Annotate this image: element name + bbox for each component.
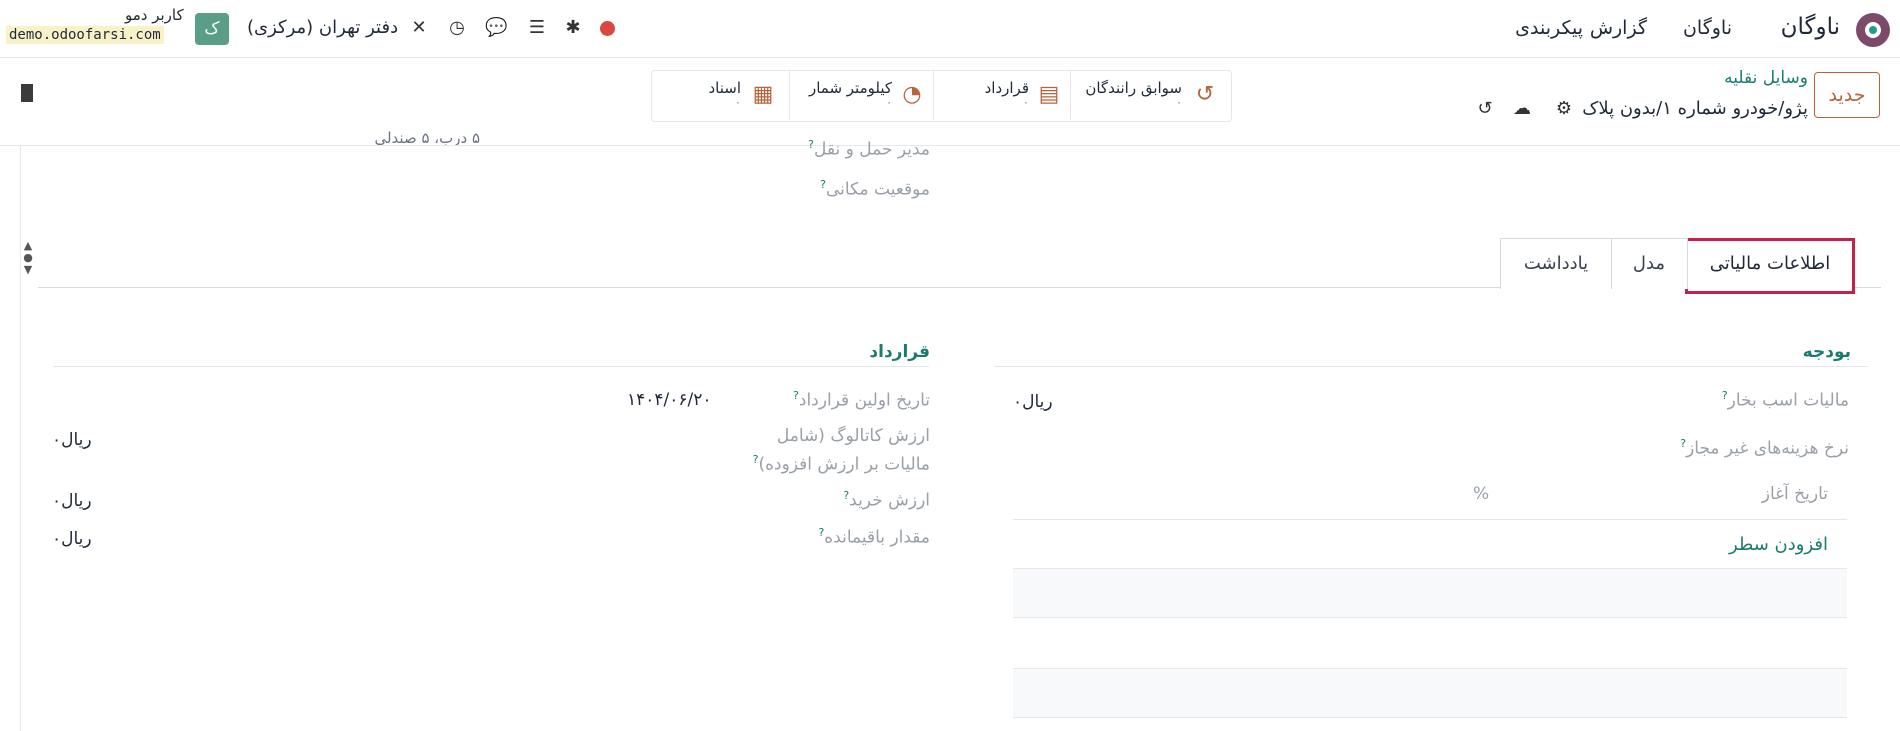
- menu-reporting[interactable]: گزارش: [1590, 17, 1647, 39]
- company-switcher[interactable]: دفتر تهران (مرکزی): [247, 17, 398, 38]
- catalog-value-label-line1: ارزش کاتالوگ (شامل: [776, 426, 930, 446]
- breadcrumb-vehicles[interactable]: وسایل نقلیه: [1724, 68, 1808, 88]
- horsepower-tax-label: مالیات اسب بخار?: [1721, 389, 1849, 411]
- tab-model[interactable]: مدل: [1610, 238, 1688, 289]
- bug-icon[interactable]: ✱: [563, 18, 583, 38]
- record-status-dot-icon[interactable]: [600, 21, 615, 36]
- record-title: پژو/خودرو شماره ۱/بدون پلاک: [1582, 98, 1808, 119]
- smart-button-contracts[interactable]: ▤ قرارداد ۰: [933, 70, 1071, 120]
- database-icon[interactable]: ☰: [527, 18, 547, 38]
- scroll-handle-icon[interactable]: ▲ ● ▼: [21, 240, 35, 288]
- tab-tax-info[interactable]: اطلاعات مالیاتی: [1685, 238, 1855, 294]
- tools-icon[interactable]: ✕: [409, 18, 429, 38]
- menu-configuration[interactable]: پیکربندی: [1515, 17, 1583, 39]
- column-percent[interactable]: %: [1473, 484, 1489, 504]
- catalog-value-label-line2: مالیات بر ارزش افزوده)?: [752, 453, 930, 475]
- table-header-divider: [1013, 519, 1847, 520]
- budget-divider: [994, 366, 1868, 367]
- add-line-link[interactable]: افزودن سطر: [1729, 534, 1828, 555]
- horsepower-tax-value[interactable]: ۰ریال: [1013, 392, 1053, 412]
- catalog-value[interactable]: ۰ریال: [52, 430, 92, 450]
- cut-off-value: ۵ درب، ۵ صندلی: [374, 129, 480, 145]
- new-button[interactable]: جدید: [1814, 72, 1880, 118]
- app-title[interactable]: ناوگان: [1781, 14, 1840, 40]
- cloud-save-icon[interactable]: ☁: [1511, 98, 1533, 120]
- clock-icon[interactable]: ◷: [447, 18, 467, 38]
- book-icon: ▤: [1038, 82, 1060, 107]
- table-row: [1013, 669, 1847, 718]
- residual-value-label: مقدار باقیمانده?: [818, 526, 930, 548]
- gear-icon[interactable]: ⚙: [1553, 98, 1575, 120]
- database-name: demo.odoofarsi.com: [6, 26, 164, 44]
- first-contract-date-value[interactable]: ۱۴۰۴/۰۶/۲۰: [627, 390, 712, 410]
- column-start-date[interactable]: تاریخ آغاز: [1762, 484, 1828, 504]
- table-row: [1013, 569, 1847, 618]
- smart-button-driver-history[interactable]: ↺ سوابق رانندگان ۰: [1070, 70, 1231, 120]
- budget-section-title: بودجه: [1802, 342, 1851, 362]
- contract-divider: [53, 366, 929, 367]
- user-name[interactable]: کاربر دمو: [125, 6, 184, 24]
- fleet-app-icon[interactable]: [1856, 13, 1890, 47]
- first-contract-date-label: تاریخ اولین قرارداد?: [793, 389, 930, 411]
- purchase-value-label: ارزش خرید?: [843, 489, 930, 511]
- contract-section-title: قرارداد: [869, 342, 930, 362]
- bookmark-icon[interactable]: [21, 84, 33, 102]
- purchase-value[interactable]: ۰ریال: [52, 491, 92, 511]
- fleet-manager-label: مدیر حمل و نقل?: [808, 138, 930, 160]
- menu-fleet[interactable]: ناوگان: [1683, 17, 1732, 39]
- discard-icon[interactable]: ↺: [1474, 98, 1496, 120]
- disallowed-expense-label: نرخ هزینه‌های غیر مجاز?: [1680, 437, 1849, 459]
- chat-icon[interactable]: 💬: [485, 18, 507, 38]
- smart-button-odometer[interactable]: ◔ کیلومتر شمار ۰: [789, 70, 934, 120]
- top-navbar: ناوگان ناوگان گزارش پیکربندی ✱ ☰ 💬 ◷ ✕ د…: [0, 0, 1900, 58]
- location-label: موقعیت مکانی?: [820, 178, 930, 200]
- user-avatar[interactable]: ک: [195, 13, 229, 45]
- document-icon: ▦: [752, 82, 774, 107]
- smart-button-documents[interactable]: ▦ اسناد ۰: [651, 70, 789, 120]
- tab-notes[interactable]: یادداشت: [1500, 238, 1612, 289]
- speedometer-icon: ◔: [902, 82, 922, 107]
- history-icon: ↺: [1195, 82, 1215, 107]
- sheet-border: [20, 145, 21, 731]
- residual-value[interactable]: ۰ریال: [52, 529, 92, 549]
